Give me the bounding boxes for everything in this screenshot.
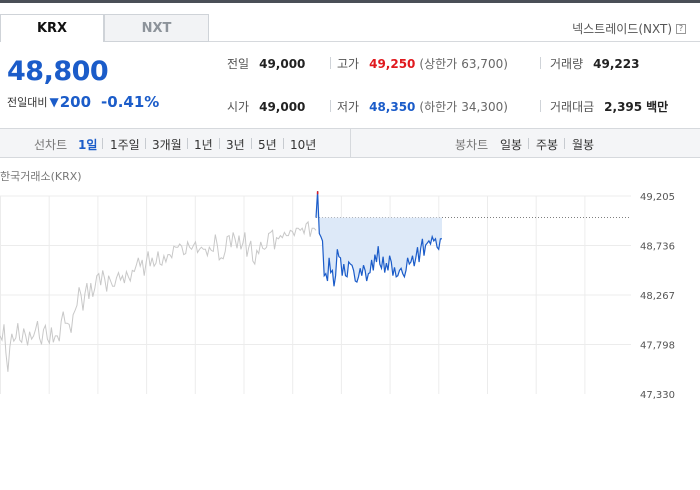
today-area	[316, 191, 442, 287]
stat-value: 48,350	[369, 99, 416, 114]
change-label: 전일대비	[7, 96, 48, 109]
stat-label: 거래대금	[550, 100, 595, 114]
toolbar-divider	[102, 138, 103, 149]
change-rate: -0.41%	[101, 93, 160, 111]
stat-label: 전일	[227, 57, 250, 71]
stat-low: 저가 48,350 (하한가 34,300)	[337, 98, 508, 115]
period-10y[interactable]: 10년	[290, 136, 316, 153]
period-1d[interactable]: 1일	[78, 136, 97, 153]
period-3m[interactable]: 3개월	[152, 136, 182, 153]
toolbar-section-divider	[350, 129, 351, 157]
candle-weekly[interactable]: 주봉	[536, 136, 558, 153]
stat-label: 고가	[337, 57, 360, 71]
stat-high: 고가 49,250 (상한가 63,700)	[337, 55, 508, 72]
chart-toolbar: 선차트 1일 1주일 3개월 1년 3년 5년 10년 봉차트 일봉 주봉 월봉	[0, 128, 700, 158]
stat-value: 2,395	[604, 99, 643, 114]
stat-open: 시가 49,000	[227, 98, 305, 115]
help-icon[interactable]: ?	[676, 23, 686, 34]
stat-amount: 거래대금 2,395 백만	[550, 98, 668, 115]
stat-label: 저가	[337, 100, 360, 114]
change-value: 200	[59, 93, 92, 111]
stat-value: 49,250	[369, 56, 416, 71]
y-tick-label: 48,736	[640, 242, 675, 253]
tab-krx[interactable]: KRX	[0, 14, 104, 42]
tab-nxt[interactable]: NXT	[104, 14, 209, 42]
candle-daily[interactable]: 일봉	[500, 136, 522, 153]
price-chart: 49,205 48,736 48,267 47,798 47,330	[0, 191, 675, 401]
stat-value: 49,000	[259, 99, 306, 114]
line-chart-label: 선차트	[34, 138, 68, 152]
stat-divider	[330, 57, 331, 69]
toolbar-divider	[219, 138, 220, 149]
nextrade-link-label: 넥스트레이드(NXT)	[572, 22, 672, 36]
stat-label: 거래량	[550, 57, 584, 71]
y-tick-label: 47,798	[640, 341, 675, 352]
candle-chart-label: 봉차트	[455, 138, 489, 152]
period-1w[interactable]: 1주일	[110, 136, 140, 153]
stat-divider	[540, 57, 541, 69]
market-label: 한국거래소(KRX)	[0, 170, 82, 183]
y-tick-label: 47,330	[640, 390, 675, 401]
stat-value: 49,223	[593, 56, 640, 71]
stat-unit: 백만	[646, 100, 669, 114]
price-change: 전일대비 ▼ 200 -0.41%	[7, 93, 159, 111]
toolbar-divider	[251, 138, 252, 149]
toolbar-divider	[145, 138, 146, 149]
stat-divider	[540, 100, 541, 112]
period-1y[interactable]: 1년	[194, 136, 213, 153]
toolbar-divider	[187, 138, 188, 149]
history-line	[0, 220, 317, 372]
stat-volume: 거래량 49,223	[550, 55, 639, 72]
upper-limit-value: 63,700)	[461, 56, 508, 71]
lower-limit-value: 34,300)	[461, 99, 508, 114]
stat-divider	[330, 100, 331, 112]
toolbar-divider	[283, 138, 284, 149]
stat-value: 49,000	[259, 56, 306, 71]
y-tick-label: 49,205	[640, 192, 675, 203]
period-3y[interactable]: 3년	[226, 136, 245, 153]
current-price: 48,800	[7, 56, 109, 87]
tab-divider	[209, 41, 700, 42]
toolbar-divider	[564, 138, 565, 149]
y-tick-label: 48,267	[640, 291, 675, 302]
candle-monthly[interactable]: 월봉	[572, 136, 594, 153]
period-5y[interactable]: 5년	[258, 136, 277, 153]
stat-label: 시가	[227, 100, 250, 114]
top-border	[0, 0, 700, 3]
upper-limit-label: (상한가	[419, 57, 458, 71]
down-arrow-icon: ▼	[49, 95, 59, 109]
toolbar-divider	[528, 138, 529, 149]
nextrade-link[interactable]: 넥스트레이드(NXT) ?	[572, 20, 686, 37]
lower-limit-label: (하한가	[419, 100, 458, 114]
stat-prev-close: 전일 49,000	[227, 55, 305, 72]
